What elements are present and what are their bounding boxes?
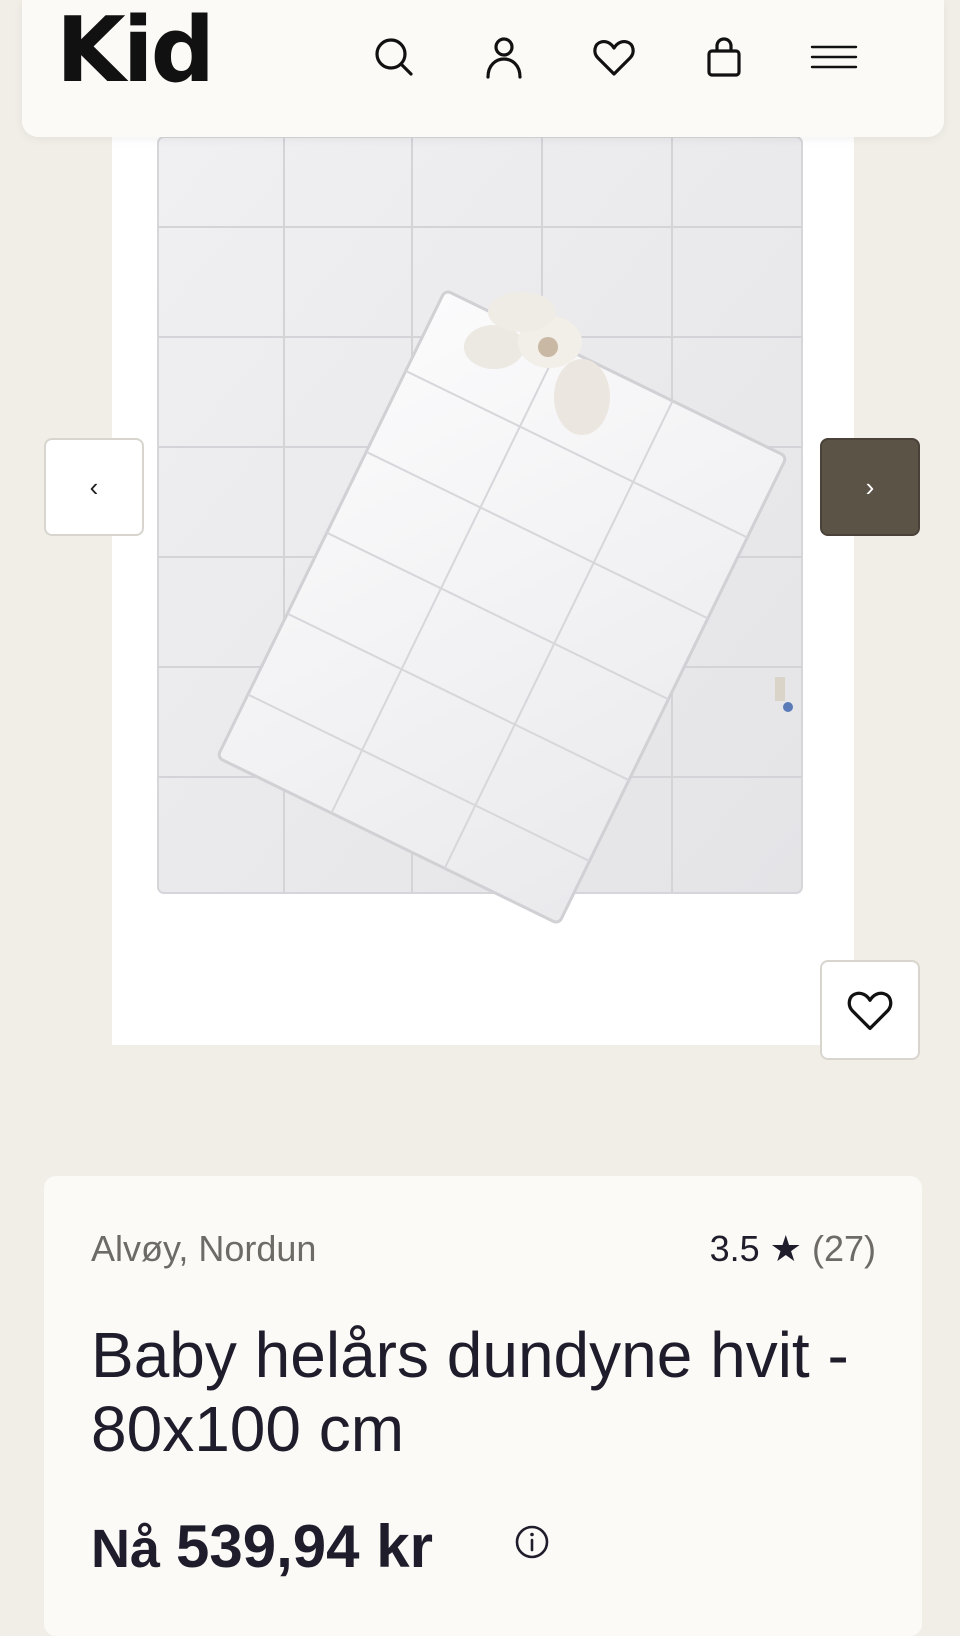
menu-icon <box>810 45 858 69</box>
duvet-illustration <box>157 136 803 924</box>
product-title: Baby helårs dundyne hvit - 80x100 cm <box>91 1319 849 1465</box>
product-brand[interactable]: Alvøy, Nordun <box>91 1228 316 1270</box>
site-header: Kid <box>22 0 944 137</box>
wishlist-button[interactable] <box>587 30 641 84</box>
kid-logo[interactable]: Kid <box>56 6 215 96</box>
search-button[interactable] <box>367 30 421 84</box>
price-value: 539,94 kr <box>176 1513 433 1580</box>
menu-button[interactable] <box>807 30 861 84</box>
search-icon <box>375 38 413 76</box>
price-prefix: Nå <box>91 1519 161 1579</box>
chevron-left-icon: ‹ <box>89 472 99 502</box>
add-to-wishlist-button[interactable] <box>820 960 920 1060</box>
product-rating[interactable]: 3.5 ★ (27) <box>710 1228 876 1270</box>
cart-button[interactable] <box>697 30 751 84</box>
product-info-card: Alvøy, Nordun 3.5 ★ (27) Baby helårs dun… <box>44 1176 922 1636</box>
previous-image-button[interactable]: ‹ <box>44 438 144 536</box>
star-icon: ★ <box>769 1228 802 1269</box>
bag-icon <box>707 37 741 77</box>
heart-icon <box>847 991 893 1031</box>
rating-value: 3.5 <box>709 1228 760 1269</box>
next-image-button[interactable]: › <box>820 438 920 536</box>
info-icon[interactable] <box>512 1522 552 1562</box>
account-icon <box>486 37 522 79</box>
product-image[interactable] <box>112 136 854 1045</box>
chevron-right-icon: › <box>865 472 875 502</box>
review-count: (27) <box>811 1228 876 1269</box>
heart-icon <box>593 40 635 76</box>
account-button[interactable] <box>477 30 531 84</box>
product-price: Nå 539,94 kr <box>91 1512 433 1581</box>
